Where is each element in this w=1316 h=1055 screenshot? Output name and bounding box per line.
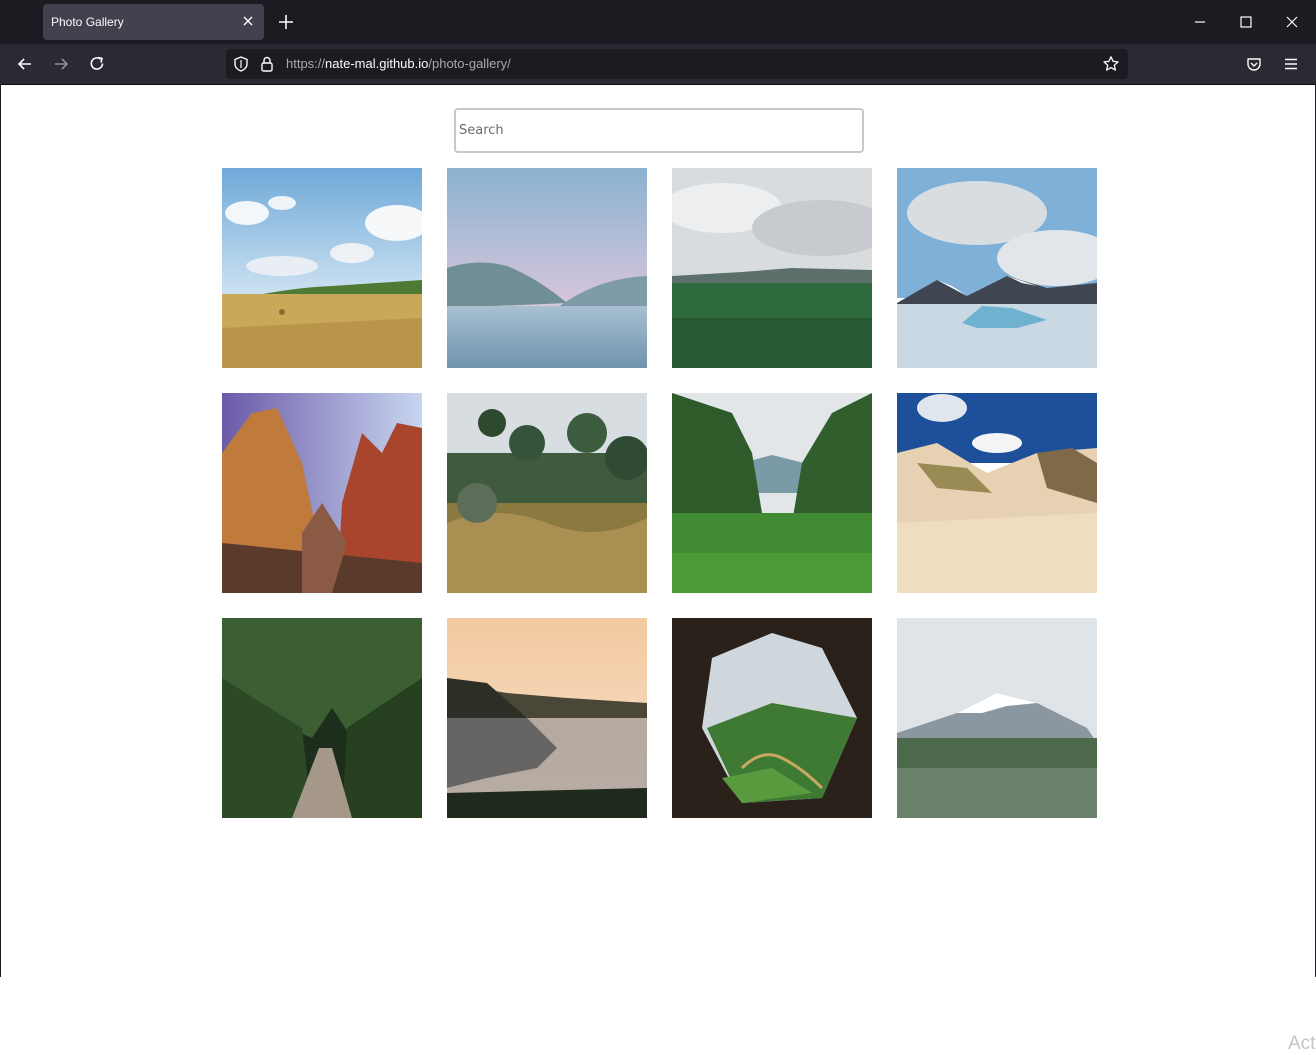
url-text[interactable]: https://nate-mal.github.io/photo-gallery… bbox=[286, 56, 511, 71]
photo-cave-view[interactable] bbox=[672, 618, 872, 818]
url-scheme: https:// bbox=[286, 56, 326, 71]
forward-arrow-icon[interactable] bbox=[51, 54, 71, 74]
tab-close-icon[interactable] bbox=[239, 12, 257, 30]
photo-forest-path[interactable] bbox=[222, 618, 422, 818]
photo-coastal-cliffs[interactable] bbox=[447, 618, 647, 818]
reload-icon[interactable] bbox=[87, 54, 107, 74]
page-content: Act bbox=[0, 85, 1316, 1054]
photo-snowy-mountain[interactable] bbox=[897, 618, 1097, 818]
photo-sand-dunes[interactable] bbox=[897, 393, 1097, 593]
browser-navbar: https://nate-mal.github.io/photo-gallery… bbox=[0, 44, 1316, 85]
photo-garden-trees[interactable] bbox=[447, 393, 647, 593]
photo-green-meadow[interactable] bbox=[672, 168, 872, 368]
browser-tab[interactable]: Photo Gallery bbox=[43, 4, 264, 40]
photo-green-valley[interactable] bbox=[672, 393, 872, 593]
tab-title: Photo Gallery bbox=[51, 15, 124, 29]
photo-lake-mountains[interactable] bbox=[447, 168, 647, 368]
photo-grid bbox=[222, 168, 1097, 818]
browser-titlebar: Photo Gallery bbox=[0, 0, 1316, 44]
photo-glacier-lagoon[interactable] bbox=[897, 168, 1097, 368]
pocket-icon[interactable] bbox=[1245, 55, 1263, 73]
photo-hay-field[interactable] bbox=[222, 168, 422, 368]
bookmark-star-icon[interactable] bbox=[1102, 55, 1120, 73]
search-input[interactable] bbox=[454, 108, 864, 153]
lock-icon[interactable] bbox=[259, 55, 275, 73]
maximize-icon[interactable] bbox=[1236, 12, 1256, 32]
tracking-shield-icon[interactable] bbox=[232, 55, 250, 73]
hamburger-menu-icon[interactable] bbox=[1282, 55, 1300, 73]
address-bar[interactable]: https://nate-mal.github.io/photo-gallery… bbox=[226, 49, 1128, 79]
window-close-icon[interactable] bbox=[1282, 12, 1302, 32]
back-arrow-icon[interactable] bbox=[15, 54, 35, 74]
url-path: /photo-gallery/ bbox=[428, 56, 511, 71]
activation-watermark: Act bbox=[1288, 1033, 1316, 1054]
url-host: nate-mal.github.io bbox=[325, 56, 429, 71]
new-tab-plus-icon[interactable] bbox=[276, 12, 296, 32]
minimize-icon[interactable] bbox=[1190, 12, 1210, 32]
photo-red-canyon[interactable] bbox=[222, 393, 422, 593]
